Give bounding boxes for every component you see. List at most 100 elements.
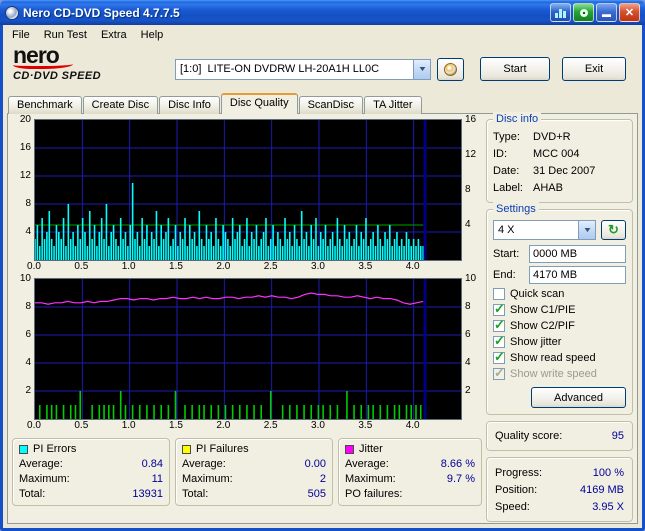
checkbox-box: ✓ bbox=[493, 368, 505, 380]
close-button[interactable]: ✕ bbox=[619, 3, 640, 22]
chevron-down-icon: ▼ bbox=[417, 66, 427, 73]
disc-view-button[interactable] bbox=[573, 3, 594, 22]
stat-label: Average: bbox=[182, 457, 226, 472]
jitter-chart-left-axis: 108642 bbox=[12, 278, 34, 420]
exit-button[interactable]: Exit bbox=[562, 57, 626, 81]
refresh-button[interactable]: ↻ bbox=[601, 220, 626, 240]
drive-tool-button[interactable] bbox=[437, 58, 464, 81]
stat-label: Average: bbox=[345, 457, 389, 472]
menu-help[interactable]: Help bbox=[134, 27, 171, 43]
checkbox-box[interactable]: ✓ bbox=[493, 352, 505, 364]
pie-chart-svg bbox=[35, 120, 461, 260]
checkbox-quick-scan[interactable]: ✓Quick scan bbox=[493, 287, 626, 300]
tab-ta-jitter[interactable]: TA Jitter bbox=[364, 96, 422, 114]
app-icon bbox=[5, 6, 19, 20]
stat-label: Maximum: bbox=[19, 472, 70, 487]
start-field[interactable]: 0000 MB bbox=[529, 245, 626, 263]
stat-value: 8.66 % bbox=[441, 457, 475, 472]
cd-icon bbox=[444, 63, 457, 76]
menu-run-test[interactable]: Run Test bbox=[37, 27, 94, 43]
chevron-down-icon: ▼ bbox=[582, 227, 592, 234]
progress-group: Progress:100 % Position:4169 MB Speed:3.… bbox=[486, 457, 633, 522]
checkbox-box[interactable]: ✓ bbox=[493, 336, 505, 348]
menu-extra[interactable]: Extra bbox=[94, 27, 134, 43]
info-label: Date: bbox=[493, 163, 533, 180]
tab-disc-quality[interactable]: Disc Quality bbox=[221, 93, 298, 114]
start-button[interactable]: Start bbox=[480, 57, 550, 81]
pie-chart bbox=[34, 119, 462, 261]
pi-errors-color-chip bbox=[19, 445, 28, 454]
tabstrip: Benchmark Create Disc Disc Info Disc Qua… bbox=[3, 93, 642, 114]
checkbox-box[interactable]: ✓ bbox=[493, 288, 505, 300]
chart-view-button[interactable] bbox=[550, 3, 571, 22]
pie-chart-row: 20161284 161284 bbox=[12, 119, 482, 261]
pi-failures-title: PI Failures bbox=[196, 443, 249, 455]
checkbox-show-c1-pie[interactable]: ✓Show C1/PIE bbox=[493, 303, 626, 316]
info-value: 31 Dec 2007 bbox=[533, 163, 595, 180]
stat-value: 13931 bbox=[132, 487, 163, 502]
stat-value: 11 bbox=[152, 472, 163, 487]
pie-chart-x-axis: 0.00.51.01.52.02.53.03.54.0 bbox=[34, 261, 462, 274]
logo-product-text: CD·DVD SPEED bbox=[13, 70, 101, 82]
progress-value: 100 % bbox=[593, 465, 624, 482]
disc-quality-page: 20161284 161284 0.00.51.01.52.02.53.03.5… bbox=[7, 113, 638, 524]
tab-create-disc[interactable]: Create Disc bbox=[83, 96, 158, 114]
quality-score-group: Quality score: 95 bbox=[486, 421, 633, 451]
checkbox-show-write-speed: ✓Show write speed bbox=[493, 367, 626, 380]
speed-select-value: 4 X bbox=[494, 221, 578, 239]
pi-errors-panel: PI Errors Average:0.84 Maximum:11 Total:… bbox=[12, 438, 170, 506]
end-field[interactable]: 4170 MB bbox=[529, 266, 626, 284]
stat-label: Total: bbox=[182, 487, 208, 502]
pi-failures-panel: PI Failures Average:0.00 Maximum:2 Total… bbox=[175, 438, 333, 506]
advanced-button[interactable]: Advanced bbox=[531, 387, 626, 408]
jitter-title: Jitter bbox=[359, 443, 383, 455]
checkbox-show-read-speed[interactable]: ✓Show read speed bbox=[493, 351, 626, 364]
logo-brand-text: nero bbox=[13, 45, 101, 66]
info-value: DVD+R bbox=[533, 129, 571, 146]
checkbox-box[interactable]: ✓ bbox=[493, 320, 505, 332]
pie-chart-left-axis: 20161284 bbox=[12, 119, 34, 261]
settings-group: Settings 4 X ▼ ↻ Start:0000 MB End:4170 … bbox=[486, 209, 633, 415]
stat-label: Maximum: bbox=[345, 472, 396, 487]
speed-value: 3.95 X bbox=[592, 499, 624, 516]
tab-disc-info[interactable]: Disc Info bbox=[159, 96, 220, 114]
speed-select[interactable]: 4 X ▼ bbox=[493, 220, 596, 240]
window-body: File Run Test Extra Help nero CD·DVD SPE… bbox=[0, 25, 645, 531]
titlebar: Nero CD-DVD Speed 4.7.7.5 ▬ ✕ bbox=[0, 0, 645, 25]
drive-select-arrow[interactable]: ▼ bbox=[413, 60, 430, 79]
checkbox-show-c2-pif[interactable]: ✓Show C2/PIF bbox=[493, 319, 626, 332]
pi-errors-title: PI Errors bbox=[33, 443, 76, 455]
info-value: AHAB bbox=[533, 180, 563, 197]
checkbox-show-jitter[interactable]: ✓Show jitter bbox=[493, 335, 626, 348]
position-label: Position: bbox=[495, 482, 537, 499]
pie-chart-right-axis: 161284 bbox=[462, 119, 480, 261]
pi-failures-color-chip bbox=[182, 445, 191, 454]
disc-icon bbox=[580, 9, 588, 17]
window-title: Nero CD-DVD Speed 4.7.7.5 bbox=[23, 6, 550, 20]
jitter-chart-x-axis: 0.00.51.01.52.02.53.03.54.0 bbox=[34, 420, 462, 433]
disc-info-group: Disc info Type:DVD+R ID:MCC 004 Date:31 … bbox=[486, 119, 633, 203]
tab-scandisc[interactable]: ScanDisc bbox=[299, 96, 363, 114]
speed-select-arrow[interactable]: ▼ bbox=[578, 221, 595, 239]
refresh-icon: ↻ bbox=[608, 222, 619, 238]
stat-value: 9.7 % bbox=[447, 472, 475, 487]
info-label: ID: bbox=[493, 146, 533, 163]
stat-label: Maximum: bbox=[182, 472, 233, 487]
menu-file[interactable]: File bbox=[5, 27, 37, 43]
start-field-label: Start: bbox=[493, 248, 529, 260]
minimize-button[interactable]: ▬ bbox=[596, 3, 617, 22]
disc-info-title: Disc info bbox=[493, 112, 541, 127]
jitter-panel: Jitter Average: 8.66 % Maximum: 9.7 % PO f… bbox=[338, 438, 482, 506]
drive-select[interactable]: [1:0] LITE-ON DVDRW LH-20A1H LL0C ▼ bbox=[175, 59, 431, 80]
quality-score-value: 95 bbox=[612, 428, 624, 445]
tab-benchmark[interactable]: Benchmark bbox=[8, 96, 82, 114]
info-label: Type: bbox=[493, 129, 533, 146]
checkbox-box[interactable]: ✓ bbox=[493, 304, 505, 316]
titlebar-buttons: ▬ ✕ bbox=[550, 3, 640, 22]
menubar: File Run Test Extra Help bbox=[3, 25, 642, 44]
charts-area: 20161284 161284 0.00.51.01.52.02.53.03.5… bbox=[12, 119, 482, 519]
stat-label: PO failures: bbox=[345, 487, 402, 502]
jitter-chart-row: 108642 108642 bbox=[12, 278, 482, 420]
progress-label: Progress: bbox=[495, 465, 542, 482]
quality-score-label: Quality score: bbox=[495, 428, 562, 445]
